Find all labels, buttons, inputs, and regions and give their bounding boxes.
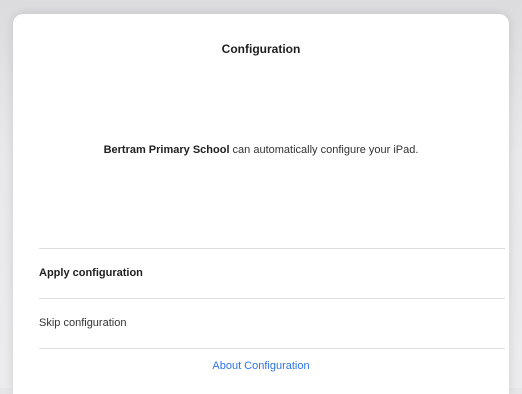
sheet-title: Configuration <box>221 42 301 56</box>
message-text: can automatically configure your iPad. <box>229 144 419 156</box>
configuration-message: Bertram Primary School can automatically… <box>33 144 489 156</box>
about-configuration-link[interactable]: About Configuration <box>13 360 509 372</box>
skip-configuration-label: Skip configuration <box>39 317 127 329</box>
organization-name: Bertram Primary School <box>103 144 230 156</box>
divider-bottom <box>39 348 505 349</box>
apply-configuration-label: Apply configuration <box>39 267 143 279</box>
configuration-sheet: Configuration Bertram Primary School can… <box>13 14 509 394</box>
skip-configuration-button[interactable]: Skip configuration <box>39 299 505 347</box>
apply-configuration-button[interactable]: Apply configuration <box>39 249 505 297</box>
